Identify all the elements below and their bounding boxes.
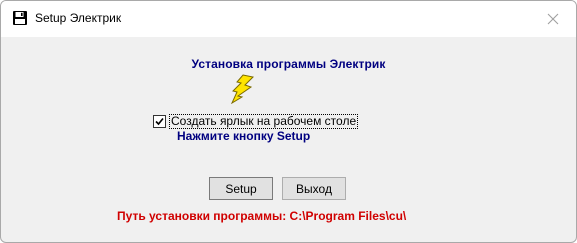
desktop-shortcut-label[interactable]: Создать ярлык на рабочем столе <box>169 114 359 129</box>
title-bar[interactable]: Setup Электрик <box>1 1 576 37</box>
desktop-shortcut-checkbox[interactable] <box>153 115 166 128</box>
setup-hint-text: Нажмите кнопку Setup <box>177 129 311 143</box>
floppy-disk-icon <box>12 10 28 26</box>
setup-button[interactable]: Setup <box>209 177 273 200</box>
window-title: Setup Электрик <box>35 11 122 25</box>
setup-window: Setup Электрик Установка программы Элект… <box>0 0 577 243</box>
checkmark-icon <box>155 117 164 126</box>
install-path-text: Путь установки программы: C:\Program Fil… <box>117 209 407 223</box>
lightning-bolt-icon <box>229 74 255 105</box>
close-button[interactable] <box>530 1 576 37</box>
exit-button[interactable]: Выход <box>282 177 346 200</box>
setup-heading: Установка программы Электрик <box>191 57 386 71</box>
close-icon <box>547 13 559 25</box>
